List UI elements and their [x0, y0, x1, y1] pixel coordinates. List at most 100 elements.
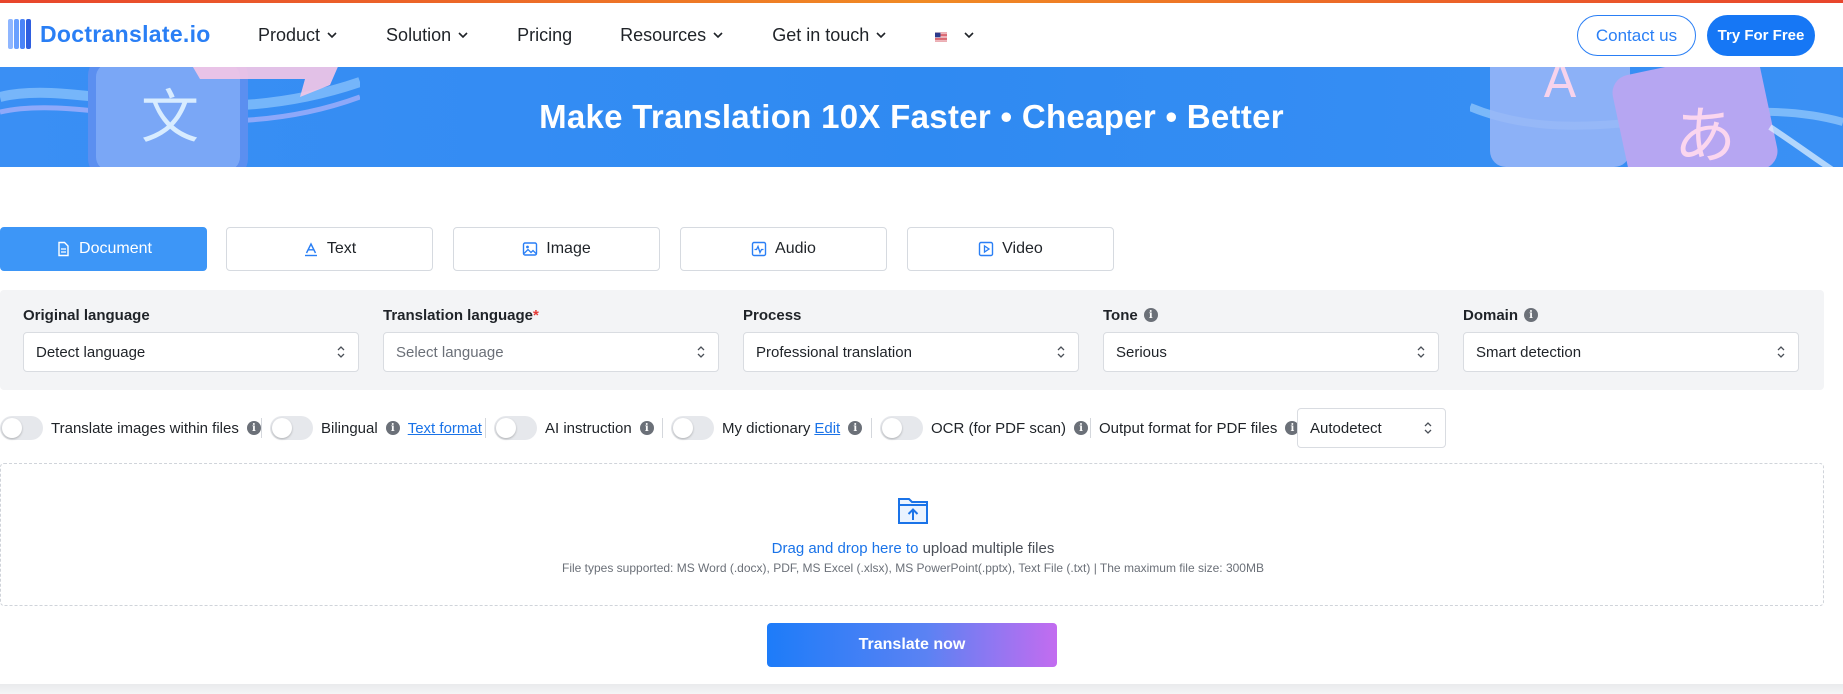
ocr-toggle[interactable]: [880, 416, 923, 440]
info-icon[interactable]: i: [848, 421, 863, 435]
banner-title: Make Translation 10X Faster • Cheaper • …: [539, 98, 1284, 135]
output-format-label: Output format for PDF files: [1099, 419, 1278, 437]
text-format-link[interactable]: Text format: [408, 420, 482, 437]
info-icon[interactable]: i: [639, 421, 654, 435]
tab-document-label: Document: [79, 240, 152, 257]
chevron-updown-icon: [1417, 346, 1425, 358]
divider: [871, 418, 872, 438]
tab-document[interactable]: Document: [0, 227, 207, 271]
logo-icon: [8, 17, 34, 51]
edit-dictionary-link[interactable]: Edit: [814, 420, 840, 437]
my-dictionary-toggle[interactable]: [671, 416, 714, 440]
translation-settings-panel: Original language Detect language Transl…: [0, 290, 1824, 390]
nav-get-in-touch-label: Get in touch: [772, 24, 870, 45]
chevron-down-icon: [876, 32, 886, 39]
document-icon: [58, 241, 69, 257]
language-switcher[interactable]: [935, 27, 975, 43]
nav-solution-label: Solution: [386, 24, 452, 45]
required-mark: *: [533, 306, 539, 324]
chevron-updown-icon: [337, 346, 345, 358]
supported-file-types: File types supported: MS Word (.docx), P…: [562, 561, 1264, 575]
my-dictionary-label: My dictionary: [722, 419, 811, 437]
try-for-free-button[interactable]: Try For Free: [1707, 15, 1815, 56]
nav-get-in-touch[interactable]: Get in touch: [772, 25, 887, 46]
chevron-down-icon: [327, 32, 337, 39]
tone-value: Serious: [1116, 343, 1167, 361]
translation-language-label: Translation language: [383, 306, 534, 324]
chevron-down-icon: [458, 32, 468, 39]
original-language-field: Original language Detect language: [23, 306, 359, 372]
process-value: Professional translation: [756, 343, 912, 361]
original-language-select[interactable]: Detect language: [23, 332, 359, 372]
tone-select[interactable]: Serious: [1103, 332, 1439, 372]
upload-folder-icon: [898, 498, 928, 524]
tone-label: Tone: [1103, 306, 1138, 324]
top-navbar: Doctranslate.io Product Solution Pricing…: [0, 3, 1843, 67]
brand-logo[interactable]: Doctranslate.io: [8, 17, 211, 51]
domain-select[interactable]: Smart detection: [1463, 332, 1799, 372]
brand-name: Doctranslate.io: [40, 20, 211, 47]
translation-language-field: Translation language * Select language: [383, 306, 719, 372]
tab-image-label: Image: [546, 240, 591, 257]
tab-text-label: Text: [326, 240, 357, 257]
translate-images-toggle[interactable]: [0, 416, 43, 440]
tab-text[interactable]: Text: [226, 227, 433, 271]
text-icon: [304, 242, 317, 257]
translate-images-label: Translate images within files: [51, 419, 239, 437]
info-icon[interactable]: i: [246, 421, 261, 435]
divider: [485, 418, 486, 438]
bilingual-option: Bilingual i Text format: [270, 408, 482, 448]
divider: [662, 418, 663, 438]
tab-video-label: Video: [1002, 240, 1043, 257]
output-format-select[interactable]: Autodetect: [1297, 408, 1446, 448]
ocr-label: OCR (for PDF scan): [931, 419, 1067, 437]
nav-pricing[interactable]: Pricing: [517, 25, 572, 46]
nav-product[interactable]: Product: [258, 25, 338, 46]
divider: [261, 418, 262, 438]
drop-instruction-highlight[interactable]: Drag and drop here to: [772, 540, 919, 557]
translate-now-button[interactable]: Translate now: [767, 623, 1057, 667]
info-icon[interactable]: i: [1143, 308, 1158, 322]
tab-audio-label: Audio: [775, 240, 816, 257]
chevron-updown-icon: [1777, 346, 1785, 358]
translate-images-option: Translate images within files i: [0, 408, 261, 448]
nav-resources[interactable]: Resources: [620, 25, 724, 46]
info-icon[interactable]: i: [1074, 421, 1089, 435]
process-select[interactable]: Professional translation: [743, 332, 1079, 372]
my-dictionary-option: My dictionary Edit i: [671, 408, 863, 448]
domain-label: Domain: [1463, 306, 1519, 324]
video-icon: [978, 241, 994, 257]
translation-language-select[interactable]: Select language: [383, 332, 719, 372]
bilingual-label: Bilingual: [321, 419, 378, 437]
info-icon[interactable]: i: [385, 421, 400, 435]
chevron-updown-icon: [1057, 346, 1065, 358]
process-field: Process Professional translation: [743, 306, 1079, 372]
ai-instruction-label: AI instruction: [545, 419, 632, 437]
translation-options-row: Translate images within files i Bilingua…: [0, 408, 1843, 448]
nav-solution[interactable]: Solution: [386, 25, 469, 46]
output-format-option: Output format for PDF files i: [1099, 408, 1300, 448]
tab-audio[interactable]: Audio: [680, 227, 887, 271]
chevron-down-icon: [713, 32, 723, 39]
drop-instruction-rest: upload multiple files: [918, 540, 1055, 557]
tab-image[interactable]: Image: [453, 227, 660, 271]
ai-instruction-toggle[interactable]: [494, 416, 537, 440]
contact-us-button[interactable]: Contact us: [1577, 15, 1696, 56]
drop-instruction: Drag and drop here to upload multiple fi…: [1, 540, 1825, 557]
page-bottom-edge: [0, 684, 1843, 694]
file-drop-zone[interactable]: Drag and drop here to upload multiple fi…: [0, 463, 1824, 606]
output-format-value: Autodetect: [1310, 419, 1382, 437]
original-language-label: Original language: [23, 306, 150, 324]
hero-banner: 文 A あ Make Translation 10X Faster • Chea…: [0, 67, 1843, 167]
nav-pricing-label: Pricing: [517, 24, 573, 45]
domain-value: Smart detection: [1476, 343, 1582, 361]
tab-video[interactable]: Video: [907, 227, 1114, 271]
original-language-value: Detect language: [36, 343, 146, 361]
tone-field: Tone i Serious: [1103, 306, 1439, 372]
ai-instruction-option: AI instruction i: [494, 408, 654, 448]
bilingual-toggle[interactable]: [270, 416, 313, 440]
nav-product-label: Product: [258, 24, 321, 45]
divider: [1090, 418, 1091, 438]
ocr-option: OCR (for PDF scan) i: [880, 408, 1089, 448]
info-icon[interactable]: i: [1524, 308, 1539, 322]
